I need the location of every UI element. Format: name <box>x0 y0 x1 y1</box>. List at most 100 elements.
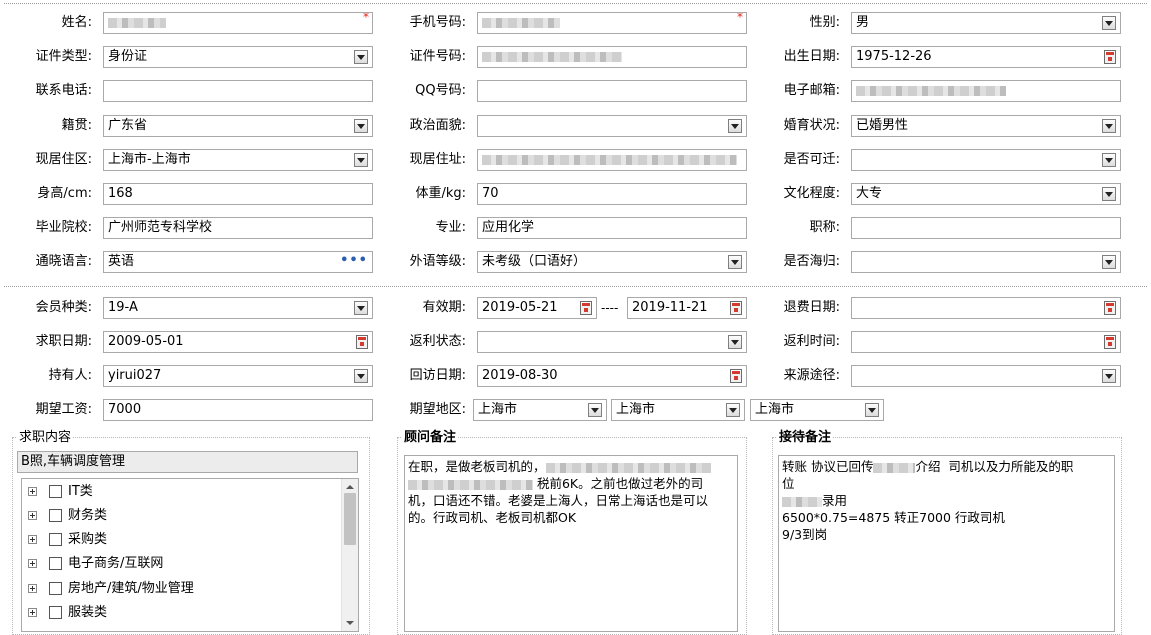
chevron-down-icon[interactable] <box>1102 119 1116 133</box>
school-label: 毕业院校: <box>35 220 92 235</box>
chevron-down-icon[interactable] <box>588 403 602 417</box>
chevron-down-icon[interactable] <box>1102 255 1116 269</box>
chevron-down-icon[interactable] <box>354 50 368 64</box>
calendar-icon[interactable] <box>730 369 742 383</box>
tree-node[interactable]: 房地产/建筑/物业管理 <box>22 579 342 599</box>
source-select[interactable] <box>851 365 1121 387</box>
major-input[interactable]: 应用化学 <box>477 217 747 239</box>
expand-icon[interactable] <box>28 608 37 617</box>
blurred-value <box>545 462 711 473</box>
phone-input[interactable] <box>103 80 373 102</box>
expand-icon[interactable] <box>28 584 37 593</box>
checkbox[interactable] <box>49 533 62 546</box>
chevron-down-icon[interactable] <box>1102 153 1116 167</box>
calendar-icon[interactable] <box>1104 301 1116 315</box>
checkbox[interactable] <box>49 485 62 498</box>
id-number-input[interactable] <box>477 46 747 68</box>
returnee-select[interactable] <box>851 251 1121 273</box>
scroll-down-arrow-icon[interactable] <box>342 615 358 631</box>
note-text: 9/3到岗 <box>782 527 828 542</box>
checkbox[interactable] <box>49 582 62 595</box>
calendar-icon[interactable] <box>1104 335 1116 349</box>
tree-node[interactable]: 电子商务/互联网 <box>22 554 342 574</box>
chevron-down-icon[interactable] <box>1102 16 1116 30</box>
marital-status-select[interactable]: 已婚男性 <box>851 115 1121 137</box>
tree-node[interactable]: 服装类 <box>22 603 342 623</box>
expand-icon[interactable] <box>28 559 37 568</box>
consultant-note-textarea[interactable]: 在职，是做老板司机的， 税前6K。之前也做过老外的司 机，口语还不错。老婆是上海… <box>404 455 738 632</box>
calendar-icon[interactable] <box>356 335 368 349</box>
education-select[interactable]: 大专 <box>851 183 1121 205</box>
region-province-select[interactable]: 上海市 <box>473 399 607 421</box>
professional-title-input[interactable] <box>851 217 1121 239</box>
expand-icon[interactable] <box>28 511 37 520</box>
language-input[interactable]: 英语 ••• <box>103 251 373 273</box>
birth-date-input[interactable]: 1975-12-26 <box>851 46 1121 68</box>
chevron-down-icon[interactable] <box>728 119 742 133</box>
scroll-thumb[interactable] <box>344 493 356 545</box>
section-divider <box>4 286 1147 287</box>
valid-from-input[interactable]: 2019-05-21 <box>477 297 597 319</box>
tree-node[interactable]: 财务类 <box>22 506 342 526</box>
revisit-date-input[interactable]: 2019-08-30 <box>477 365 747 387</box>
chevron-down-icon[interactable] <box>728 255 742 269</box>
school-value: 广州师范专科学校 <box>108 220 213 235</box>
education-value: 大专 <box>856 186 883 201</box>
current-address-input[interactable] <box>477 149 747 171</box>
member-type-select[interactable]: 19-A <box>103 297 373 319</box>
checkbox[interactable] <box>49 509 62 522</box>
expected-salary-input[interactable]: 7000 <box>103 399 373 421</box>
calendar-icon[interactable] <box>730 301 742 315</box>
can-relocate-select[interactable] <box>851 149 1121 171</box>
more-options-icon[interactable]: ••• <box>340 252 368 270</box>
political-status-select[interactable] <box>477 115 747 137</box>
rebate-status-select[interactable] <box>477 331 747 353</box>
tree-node-label: 房地产/建筑/物业管理 <box>68 581 194 596</box>
checkbox[interactable] <box>49 557 62 570</box>
id-type-select[interactable]: 身份证 <box>103 46 373 68</box>
school-input[interactable]: 广州师范专科学校 <box>103 217 373 239</box>
current-residence-select[interactable]: 上海市-上海市 <box>103 149 373 171</box>
calendar-icon[interactable] <box>580 301 592 315</box>
weight-input[interactable]: 70 <box>477 183 747 205</box>
region-district-select[interactable]: 上海市 <box>750 399 884 421</box>
refund-date-input[interactable] <box>851 297 1121 319</box>
chevron-down-icon[interactable] <box>1102 369 1116 383</box>
note-text: 位 <box>782 476 795 491</box>
expand-icon[interactable] <box>28 535 37 544</box>
gender-select[interactable]: 男 <box>851 12 1121 34</box>
qq-input[interactable] <box>477 80 747 102</box>
job-content-legend: 求职内容 <box>17 430 74 446</box>
name-input[interactable]: * <box>103 12 373 34</box>
chevron-down-icon[interactable] <box>1102 187 1116 201</box>
chevron-down-icon[interactable] <box>354 153 368 167</box>
native-place-select[interactable]: 广东省 <box>103 115 373 137</box>
region-city-select[interactable]: 上海市 <box>611 399 745 421</box>
job-category-tree: IT类 财务类 采购类 电子商务/互联网 房地产/建筑/物业管理 服装类 <box>21 478 359 632</box>
job-seek-date-input[interactable]: 2009-05-01 <box>103 331 373 353</box>
checkbox[interactable] <box>49 606 62 619</box>
chevron-down-icon[interactable] <box>865 403 879 417</box>
current-residence-value: 上海市-上海市 <box>108 152 191 167</box>
valid-to-input[interactable]: 2019-11-21 <box>627 297 747 319</box>
chevron-down-icon[interactable] <box>354 119 368 133</box>
gender-value: 男 <box>856 15 870 30</box>
tree-node[interactable]: 采购类 <box>22 530 342 550</box>
foreign-level-select[interactable]: 未考级（口语好） <box>477 251 747 273</box>
chevron-down-icon[interactable] <box>354 301 368 315</box>
email-input[interactable] <box>851 80 1121 102</box>
calendar-icon[interactable] <box>1104 50 1116 64</box>
mobile-input[interactable]: * <box>477 12 747 34</box>
expand-icon[interactable] <box>28 487 37 496</box>
revisit-date-value: 2019-08-30 <box>482 368 558 383</box>
height-input[interactable]: 168 <box>103 183 373 205</box>
reception-note-textarea[interactable]: 转账 协议已回传 介绍 司机以及力所能及的职 位 录用 6500*0.75=487… <box>778 455 1115 632</box>
holder-select[interactable]: yirui027 <box>103 365 373 387</box>
chevron-down-icon[interactable] <box>728 335 742 349</box>
chevron-down-icon[interactable] <box>726 403 740 417</box>
vertical-scrollbar[interactable] <box>341 479 358 631</box>
tree-node[interactable]: IT类 <box>22 482 342 502</box>
chevron-down-icon[interactable] <box>354 369 368 383</box>
marital-status-value: 已婚男性 <box>856 118 909 133</box>
rebate-time-input[interactable] <box>851 331 1121 353</box>
